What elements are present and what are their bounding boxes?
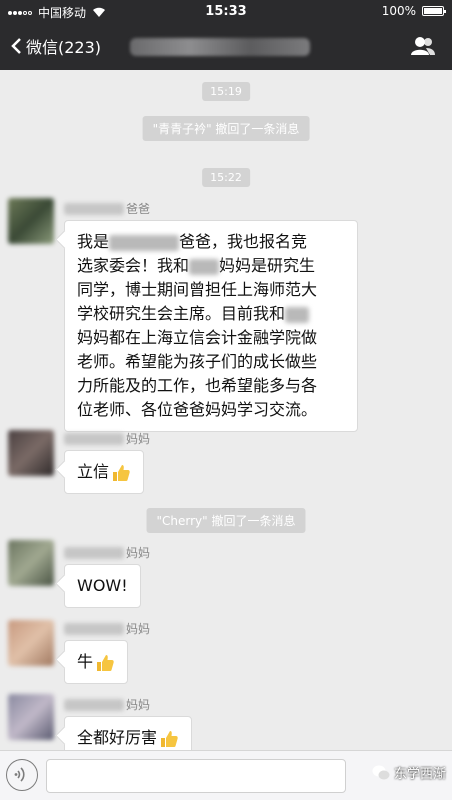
sender-name: 妈妈 [64, 544, 150, 561]
recall-notice: "Cherry" 撤回了一条消息 [146, 508, 306, 533]
message-line: 选家委会！我和 妈妈是研究生 [77, 256, 316, 275]
message-line: 同学，博士期间曾担任上海师范大 [77, 280, 318, 299]
timestamp: 15:22 [202, 168, 250, 187]
contacts-icon[interactable] [410, 36, 436, 56]
message-line: 老师。希望能为孩子们的成长做些 [77, 352, 318, 371]
redacted-name [189, 258, 220, 275]
message-bubble[interactable]: 立信 [64, 450, 145, 494]
thumbs-up-icon [97, 654, 114, 671]
wechat-logo-icon [372, 765, 390, 779]
sender-name: 爸爸 [64, 200, 150, 217]
chat-title-blurred [130, 38, 310, 56]
message-line: 妈妈都在上海立信会计金融学院做 [77, 328, 318, 347]
recall-notice: "青青子衿" 撤回了一条消息 [142, 116, 310, 141]
message-line: 我是 爸爸，我也报名竞 [77, 232, 308, 251]
sender-name-blurred [64, 432, 124, 445]
back-button[interactable]: 微信(223) [10, 34, 101, 58]
battery-icon [422, 6, 446, 16]
sender-name-blurred [64, 622, 124, 635]
message-bubble[interactable]: 牛 [64, 640, 129, 684]
avatar[interactable] [8, 694, 54, 740]
status-bar: 中国移动 15:33 100% [0, 0, 452, 24]
avatar[interactable] [8, 430, 54, 476]
back-chevron-icon [11, 38, 21, 54]
message-line: 学校研究生会主席。目前我和 [77, 302, 345, 326]
thumbs-up-icon [161, 730, 178, 747]
avatar[interactable] [8, 620, 54, 666]
sender-name: 妈妈 [64, 620, 150, 637]
avatar[interactable] [8, 540, 54, 586]
nav-bar: 微信(223) [0, 24, 452, 70]
message-line: 位老师、各位爸爸妈妈学习交流。 [77, 400, 318, 419]
timestamp: 15:19 [202, 82, 250, 101]
input-bar: 东学西渐 [0, 750, 452, 800]
sender-name-blurred [64, 546, 124, 559]
message-line: 力所能及的工作，也希望能多与各 [77, 376, 318, 395]
redacted-name [109, 234, 180, 251]
message-bubble[interactable]: 我是 爸爸，我也报名竞 选家委会！我和 妈妈是研究生 同学，博士期间曾担任上海师范大… [64, 220, 358, 432]
avatar[interactable] [8, 198, 54, 244]
message-input[interactable] [46, 759, 346, 793]
voice-button[interactable] [6, 759, 38, 791]
sender-name: 妈妈 [64, 430, 150, 447]
sender-name: 妈妈 [64, 696, 150, 713]
thumbs-up-icon [113, 464, 130, 481]
back-label: 微信(223) [26, 38, 102, 57]
sender-name-blurred [64, 202, 124, 215]
chat-area[interactable]: 15:19 "青青子衿" 撤回了一条消息 15:22 爸爸 我是 爸爸，我也报名竞… [0, 70, 452, 750]
message-bubble[interactable]: WOW! [64, 564, 141, 608]
sender-name-blurred [64, 698, 124, 711]
message-bubble[interactable]: 全都好厉害 [64, 716, 193, 750]
watermark: 东学西渐 [372, 763, 446, 782]
voice-icon [14, 767, 25, 782]
redacted-name [285, 306, 310, 323]
battery-percent: 100% [381, 4, 416, 18]
